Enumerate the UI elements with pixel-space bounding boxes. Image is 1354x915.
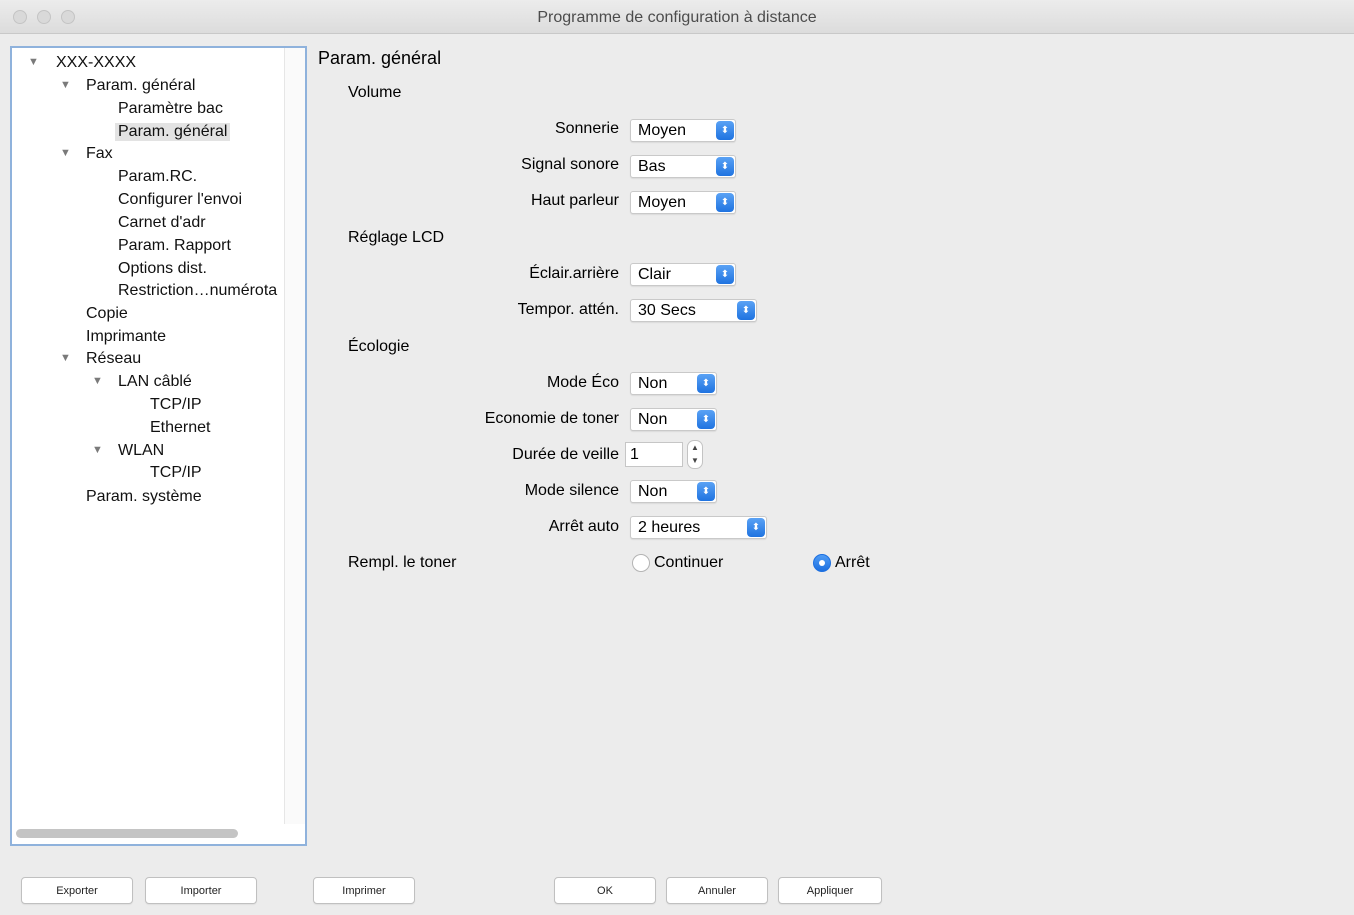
radio-arret-circle[interactable] bbox=[813, 554, 831, 572]
stepper-arrows-icon: ⬍ bbox=[697, 482, 715, 501]
tree-item-carnet-adr[interactable]: Carnet d'adr bbox=[118, 214, 206, 232]
sonnerie-value: Moyen bbox=[638, 122, 687, 139]
disclosure-triangle-icon[interactable]: ▼ bbox=[60, 147, 71, 159]
tree-item-tcpip-lan[interactable]: TCP/IP bbox=[150, 396, 202, 414]
section-volume-heading: Volume bbox=[348, 84, 402, 101]
radio-arret[interactable]: Arrêt bbox=[813, 554, 870, 572]
tree-item-options-dist[interactable]: Options dist. bbox=[118, 260, 207, 278]
tree-item-lan-cable[interactable]: LAN câblé bbox=[118, 373, 192, 391]
eclair-arriere-select[interactable]: Clair ⬍ bbox=[630, 263, 736, 286]
tree-item-fax[interactable]: Fax bbox=[86, 145, 113, 163]
exporter-button[interactable]: Exporter bbox=[21, 877, 133, 904]
haut-parleur-value: Moyen bbox=[638, 194, 687, 211]
economie-toner-label: Economie de toner bbox=[484, 410, 619, 427]
tree-item-wlan[interactable]: WLAN bbox=[118, 442, 164, 460]
stepper-arrows-icon: ⬍ bbox=[716, 265, 734, 284]
mode-eco-select[interactable]: Non ⬍ bbox=[630, 372, 717, 395]
disclosure-triangle-icon[interactable]: ▼ bbox=[92, 444, 103, 456]
tree-item-parametre-bac[interactable]: Paramètre bac bbox=[118, 100, 223, 118]
tree-item-param-rc[interactable]: Param.RC. bbox=[118, 168, 197, 186]
signal-sonore-label: Signal sonore bbox=[521, 156, 619, 173]
disclosure-triangle-icon[interactable]: ▼ bbox=[60, 79, 71, 91]
title-bar: Programme de configuration à distance bbox=[0, 0, 1354, 34]
tree-item-param-rapport[interactable]: Param. Rapport bbox=[118, 237, 231, 255]
mode-silence-value: Non bbox=[638, 483, 668, 500]
disclosure-triangle-icon[interactable]: ▼ bbox=[92, 375, 103, 387]
stepper-arrows-icon: ⬍ bbox=[737, 301, 755, 320]
stepper-arrows-icon: ⬍ bbox=[716, 121, 734, 140]
radio-arret-label: Arrêt bbox=[835, 554, 870, 571]
ok-button[interactable]: OK bbox=[554, 877, 656, 904]
annuler-button[interactable]: Annuler bbox=[666, 877, 768, 904]
radio-continuer-label: Continuer bbox=[654, 554, 724, 571]
settings-tree[interactable]: ▼ XXX-XXXX ▼ Param. général Paramètre ba… bbox=[10, 46, 307, 846]
disclosure-triangle-icon[interactable]: ▼ bbox=[60, 352, 71, 364]
tree-item-ethernet[interactable]: Ethernet bbox=[150, 419, 210, 437]
radio-continuer[interactable]: Continuer bbox=[632, 554, 723, 572]
duree-veille-input[interactable]: 1 bbox=[625, 442, 683, 467]
eclair-arriere-label: Éclair.arrière bbox=[529, 265, 619, 282]
tree-item-param-systeme[interactable]: Param. système bbox=[86, 488, 202, 506]
haut-parleur-label: Haut parleur bbox=[530, 192, 619, 209]
sonnerie-select[interactable]: Moyen ⬍ bbox=[630, 119, 736, 142]
disclosure-triangle-icon[interactable]: ▼ bbox=[28, 56, 39, 68]
sonnerie-label: Sonnerie bbox=[554, 120, 619, 137]
stepper-arrows-icon: ⬍ bbox=[716, 157, 734, 176]
tree-vertical-scrollbar[interactable] bbox=[284, 48, 305, 824]
imprimer-button[interactable]: Imprimer bbox=[313, 877, 415, 904]
mode-eco-value: Non bbox=[638, 375, 668, 392]
tree-item-param-general-selected[interactable]: Param. général bbox=[115, 123, 231, 141]
tree-item-imprimante[interactable]: Imprimante bbox=[86, 328, 166, 346]
signal-sonore-select[interactable]: Bas ⬍ bbox=[630, 155, 736, 178]
rempl-toner-label: Rempl. le toner bbox=[348, 554, 457, 571]
importer-button[interactable]: Importer bbox=[145, 877, 257, 904]
mode-silence-select[interactable]: Non ⬍ bbox=[630, 480, 717, 503]
arret-auto-label: Arrêt auto bbox=[548, 518, 619, 535]
tempor-atten-label: Tempor. attén. bbox=[517, 301, 619, 318]
tree-item-configurer-envoi[interactable]: Configurer l'envoi bbox=[118, 191, 242, 209]
appliquer-button[interactable]: Appliquer bbox=[778, 877, 882, 904]
section-ecologie-heading: Écologie bbox=[348, 338, 410, 355]
arret-auto-value: 2 heures bbox=[638, 519, 701, 536]
section-lcd-heading: Réglage LCD bbox=[348, 229, 445, 246]
haut-parleur-select[interactable]: Moyen ⬍ bbox=[630, 191, 736, 214]
mode-silence-label: Mode silence bbox=[524, 482, 619, 499]
tree-item-copie[interactable]: Copie bbox=[86, 305, 128, 323]
tree-item-root[interactable]: XXX-XXXX bbox=[56, 54, 136, 72]
tree-item-tcpip-wlan[interactable]: TCP/IP bbox=[150, 464, 202, 482]
mode-eco-label: Mode Éco bbox=[546, 374, 619, 391]
window-title: Programme de configuration à distance bbox=[537, 9, 817, 26]
tree-item-param-general[interactable]: Param. général bbox=[86, 77, 195, 95]
stepper-arrows-icon: ⬍ bbox=[697, 410, 715, 429]
stepper-arrows-icon: ⬍ bbox=[747, 518, 765, 537]
economie-toner-select[interactable]: Non ⬍ bbox=[630, 408, 717, 431]
tempor-atten-select[interactable]: 30 Secs ⬍ bbox=[630, 299, 757, 322]
eclair-arriere-value: Clair bbox=[638, 266, 671, 283]
tempor-atten-value: 30 Secs bbox=[638, 302, 696, 319]
arret-auto-select[interactable]: 2 heures ⬍ bbox=[630, 516, 767, 539]
stepper-arrows-icon: ⬍ bbox=[716, 193, 734, 212]
duree-veille-stepper[interactable]: ▲ ▼ bbox=[687, 440, 703, 469]
economie-toner-value: Non bbox=[638, 411, 668, 428]
page-title: Param. général bbox=[318, 48, 442, 68]
tree-horizontal-scrollbar[interactable] bbox=[16, 829, 238, 838]
tree-item-reseau[interactable]: Réseau bbox=[86, 350, 141, 368]
tree-item-restriction[interactable]: Restriction…numérota bbox=[118, 282, 286, 300]
duree-veille-label: Durée de veille bbox=[512, 446, 619, 463]
radio-continuer-circle[interactable] bbox=[632, 554, 650, 572]
signal-sonore-value: Bas bbox=[638, 158, 666, 175]
stepper-arrows-icon: ⬍ bbox=[697, 374, 715, 393]
